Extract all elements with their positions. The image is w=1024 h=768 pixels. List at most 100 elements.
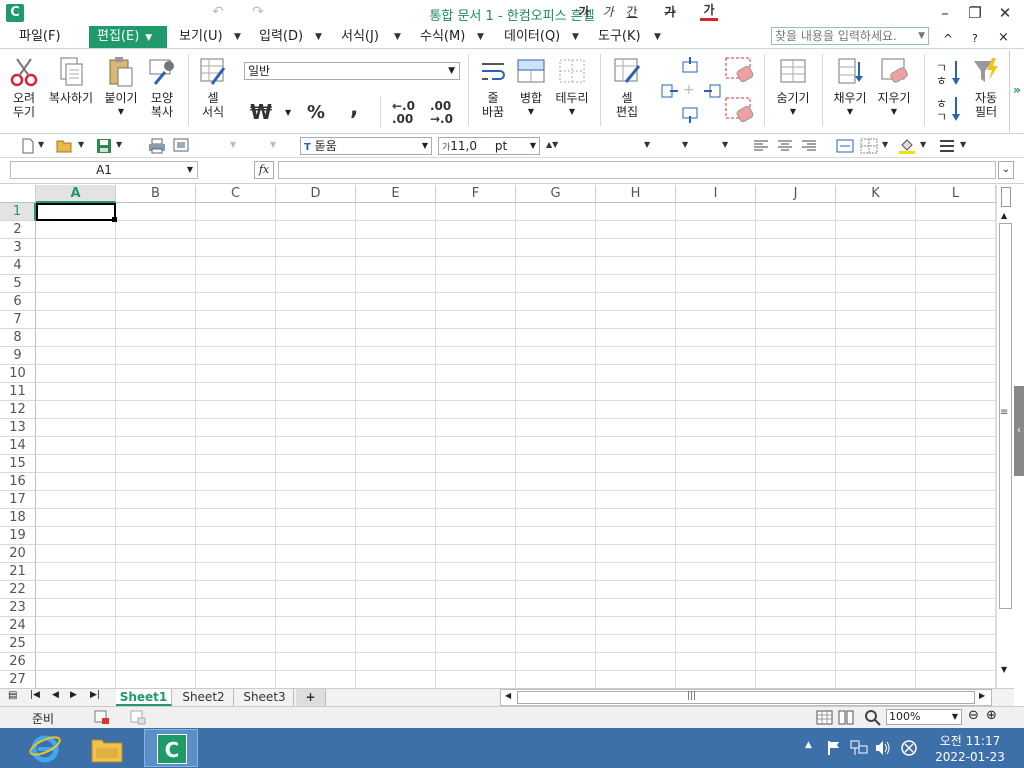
cell-a19[interactable] bbox=[36, 527, 116, 545]
column-header-j[interactable]: J bbox=[756, 185, 836, 203]
cell-g9[interactable] bbox=[516, 347, 596, 365]
row-header-17[interactable]: 17 bbox=[0, 491, 36, 509]
cell-a3[interactable] bbox=[36, 239, 116, 257]
volume-icon[interactable] bbox=[874, 740, 892, 756]
row-header-6[interactable]: 6 bbox=[0, 293, 36, 311]
undo-icon[interactable]: ↶ bbox=[210, 3, 226, 21]
cell-g3[interactable] bbox=[516, 239, 596, 257]
cell-a5[interactable] bbox=[36, 275, 116, 293]
cell-b15[interactable] bbox=[116, 455, 196, 473]
cell-e4[interactable] bbox=[356, 257, 436, 275]
cell-k21[interactable] bbox=[836, 563, 916, 581]
cell-j17[interactable] bbox=[756, 491, 836, 509]
cell-f18[interactable] bbox=[436, 509, 516, 527]
cell-d27[interactable] bbox=[276, 671, 356, 688]
number-format-select[interactable]: 일반 ▼ bbox=[244, 62, 460, 80]
cell-b18[interactable] bbox=[116, 509, 196, 527]
hide-dropdown-icon[interactable]: ▼ bbox=[770, 105, 816, 119]
cell-l3[interactable] bbox=[916, 239, 996, 257]
merge-button[interactable]: 병합 ▼ bbox=[512, 56, 550, 119]
currency-dropdown-icon[interactable]: ▼ bbox=[285, 108, 291, 117]
row-header-16[interactable]: 16 bbox=[0, 473, 36, 491]
cell-l25[interactable] bbox=[916, 635, 996, 653]
cell-k17[interactable] bbox=[836, 491, 916, 509]
column-header-k[interactable]: K bbox=[836, 185, 916, 203]
column-header-h[interactable]: H bbox=[596, 185, 676, 203]
save-dropdown-icon[interactable]: ▼ bbox=[116, 136, 122, 154]
cell-l1[interactable] bbox=[916, 203, 996, 221]
cell-a8[interactable] bbox=[36, 329, 116, 347]
cell-l11[interactable] bbox=[916, 383, 996, 401]
cell-j19[interactable] bbox=[756, 527, 836, 545]
sheet-tab-3[interactable]: Sheet3 bbox=[236, 689, 294, 706]
insert-row-above-icon[interactable] bbox=[680, 56, 700, 74]
cell-c11[interactable] bbox=[196, 383, 276, 401]
cell-f15[interactable] bbox=[436, 455, 516, 473]
border-dropdown-icon[interactable]: ▼ bbox=[552, 105, 592, 119]
insert-col-right-icon[interactable] bbox=[702, 82, 722, 100]
cell-j18[interactable] bbox=[756, 509, 836, 527]
cell-d21[interactable] bbox=[276, 563, 356, 581]
cell-j11[interactable] bbox=[756, 383, 836, 401]
cell-i16[interactable] bbox=[676, 473, 756, 491]
cell-j25[interactable] bbox=[756, 635, 836, 653]
cell-c22[interactable] bbox=[196, 581, 276, 599]
menu-file[interactable]: 파일(F) bbox=[15, 26, 65, 48]
cell-j23[interactable] bbox=[756, 599, 836, 617]
menu-data[interactable]: 데이터(Q) bbox=[500, 26, 564, 48]
cell-e5[interactable] bbox=[356, 275, 436, 293]
cell-d18[interactable] bbox=[276, 509, 356, 527]
cell-h24[interactable] bbox=[596, 617, 676, 635]
cell-a6[interactable] bbox=[36, 293, 116, 311]
cell-i11[interactable] bbox=[676, 383, 756, 401]
cell-i17[interactable] bbox=[676, 491, 756, 509]
cell-e21[interactable] bbox=[356, 563, 436, 581]
cell-e17[interactable] bbox=[356, 491, 436, 509]
cell-g23[interactable] bbox=[516, 599, 596, 617]
cell-d20[interactable] bbox=[276, 545, 356, 563]
tray-expand-icon[interactable]: ▲ bbox=[805, 740, 812, 750]
cell-a27[interactable] bbox=[36, 671, 116, 688]
cell-g16[interactable] bbox=[516, 473, 596, 491]
cell-c16[interactable] bbox=[196, 473, 276, 491]
cell-e23[interactable] bbox=[356, 599, 436, 617]
cell-c8[interactable] bbox=[196, 329, 276, 347]
align-center-icon[interactable] bbox=[776, 138, 794, 154]
new-dropdown-icon[interactable]: ▼ bbox=[38, 136, 44, 154]
decrease-decimal-button[interactable]: .00 →.0 bbox=[430, 100, 453, 126]
sheet-tab-1[interactable]: Sheet1 bbox=[116, 689, 172, 706]
cell-f16[interactable] bbox=[436, 473, 516, 491]
cell-b25[interactable] bbox=[116, 635, 196, 653]
zoom-in-icon[interactable]: ⊕ bbox=[986, 708, 997, 723]
cell-b19[interactable] bbox=[116, 527, 196, 545]
align-left-icon[interactable] bbox=[752, 138, 770, 154]
cell-d6[interactable] bbox=[276, 293, 356, 311]
cell-e25[interactable] bbox=[356, 635, 436, 653]
column-header-i[interactable]: I bbox=[676, 185, 756, 203]
cell-f14[interactable] bbox=[436, 437, 516, 455]
cell-k10[interactable] bbox=[836, 365, 916, 383]
cell-k5[interactable] bbox=[836, 275, 916, 293]
scroll-left-icon[interactable]: ◀ bbox=[505, 691, 511, 700]
cell-k19[interactable] bbox=[836, 527, 916, 545]
split-handle[interactable] bbox=[1001, 187, 1011, 207]
cell-k11[interactable] bbox=[836, 383, 916, 401]
cell-k26[interactable] bbox=[836, 653, 916, 671]
row-header-18[interactable]: 18 bbox=[0, 509, 36, 527]
cell-g7[interactable] bbox=[516, 311, 596, 329]
increase-decimal-button[interactable]: ←.0 .00 bbox=[392, 100, 415, 126]
cell-k15[interactable] bbox=[836, 455, 916, 473]
cell-e22[interactable] bbox=[356, 581, 436, 599]
cell-mode-icon[interactable] bbox=[130, 710, 146, 725]
align-right-icon[interactable] bbox=[800, 138, 818, 154]
menu-format-arrow-icon[interactable]: ▼ bbox=[394, 26, 401, 48]
cell-f21[interactable] bbox=[436, 563, 516, 581]
cell-h11[interactable] bbox=[596, 383, 676, 401]
menu-data-arrow-icon[interactable]: ▼ bbox=[572, 26, 579, 48]
menu-view[interactable]: 보기(U) bbox=[175, 26, 227, 48]
borders-dropdown-icon[interactable]: ▼ bbox=[882, 136, 888, 154]
cell-k9[interactable] bbox=[836, 347, 916, 365]
cell-k14[interactable] bbox=[836, 437, 916, 455]
open-dropdown-icon[interactable]: ▼ bbox=[78, 136, 84, 154]
active-cell[interactable] bbox=[36, 203, 116, 221]
